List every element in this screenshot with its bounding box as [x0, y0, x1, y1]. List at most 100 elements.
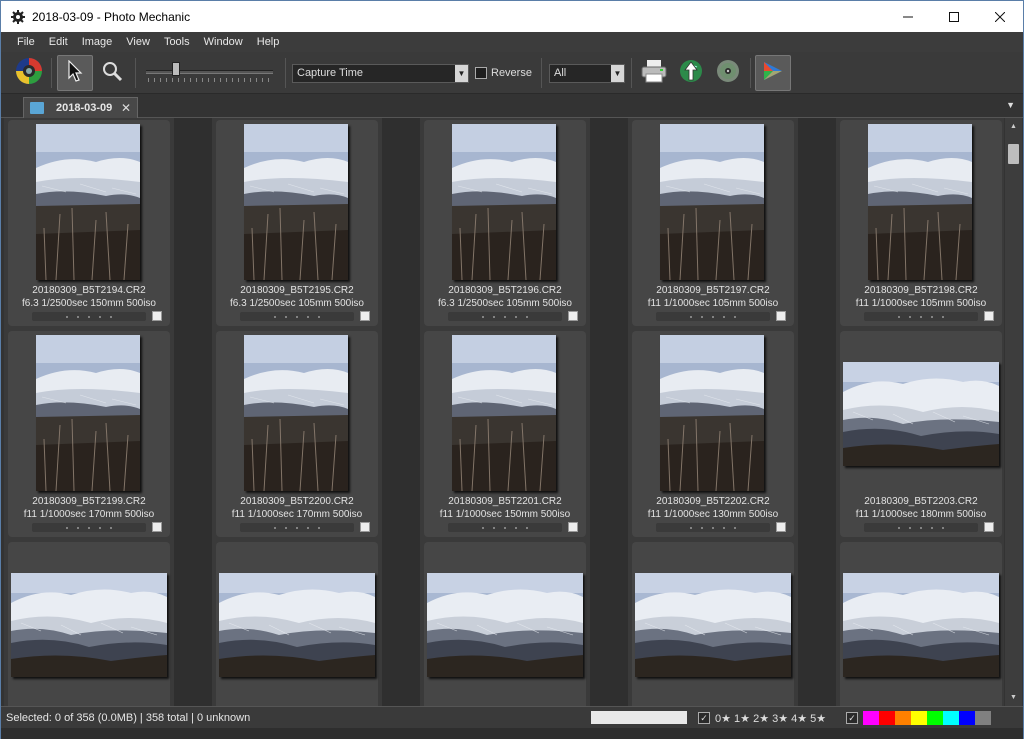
- menu-tools[interactable]: Tools: [157, 36, 197, 48]
- thumbnail-cell[interactable]: [424, 542, 586, 706]
- thumbnail-cell[interactable]: [216, 542, 378, 706]
- star-rating-dots[interactable]: [32, 312, 146, 321]
- thumbnail-filename: 20180309_B5T2200.CR2: [240, 496, 354, 507]
- tag-checkbox[interactable]: [984, 311, 994, 321]
- maximize-button[interactable]: [931, 1, 977, 32]
- star-rating-dots[interactable]: [448, 312, 562, 321]
- thumbnail-cell[interactable]: 20180309_B5T2199.CR2 f11 1/1000sec 170mm …: [8, 331, 170, 537]
- select-tool-button[interactable]: [57, 55, 93, 91]
- color-class-swatch[interactable]: [959, 711, 975, 725]
- color-class-swatch[interactable]: [863, 711, 879, 725]
- star-rating-dots[interactable]: [240, 312, 354, 321]
- thumbnail-filename: 20180309_B5T2197.CR2: [656, 285, 770, 296]
- reverse-checkbox[interactable]: [475, 67, 487, 79]
- star-rating-dots[interactable]: [864, 312, 978, 321]
- thumbnail-size-slider-track[interactable]: [146, 70, 273, 74]
- color-class-filter-checkbox[interactable]: ✓: [846, 712, 858, 724]
- thumbnail-image[interactable]: [660, 124, 764, 280]
- burn-disc-button[interactable]: [710, 55, 746, 91]
- print-button[interactable]: [636, 55, 672, 91]
- tag-checkbox[interactable]: [776, 311, 786, 321]
- vertical-scrollbar[interactable]: ▲ ▼: [1005, 118, 1022, 706]
- close-button[interactable]: [977, 1, 1023, 32]
- scroll-up-arrow-icon[interactable]: ▲: [1005, 118, 1022, 135]
- star-rating-dots[interactable]: [864, 523, 978, 532]
- menu-help[interactable]: Help: [250, 36, 287, 48]
- thumbnail-cell[interactable]: 20180309_B5T2195.CR2 f6.3 1/2500sec 105mm…: [216, 120, 378, 326]
- thumbnail-image[interactable]: [452, 335, 556, 491]
- tab-menu-chevron-icon[interactable]: ▼: [1006, 100, 1015, 110]
- close-icon[interactable]: ✕: [121, 101, 131, 115]
- color-class-swatch[interactable]: [975, 711, 991, 725]
- tag-checkbox[interactable]: [360, 311, 370, 321]
- thumbnail-cell[interactable]: 20180309_B5T2201.CR2 f11 1/1000sec 150mm …: [424, 331, 586, 537]
- bottom-edge: [1, 728, 1023, 739]
- thumbnail-cell[interactable]: [632, 542, 794, 706]
- thumbnail-cell[interactable]: [8, 542, 170, 706]
- contact-sheet-grid: 20180309_B5T2194.CR2 f6.3 1/2500sec 150mm…: [4, 118, 1004, 706]
- color-class-swatch[interactable]: [943, 711, 959, 725]
- star-filter-checkbox[interactable]: ✓: [698, 712, 710, 724]
- thumbnail-cell[interactable]: 20180309_B5T2203.CR2 f11 1/1000sec 180mm …: [840, 331, 1002, 537]
- thumbnail-image[interactable]: [843, 362, 999, 466]
- filter-dropdown[interactable]: All ▼: [549, 64, 625, 83]
- color-class-swatch[interactable]: [895, 711, 911, 725]
- tag-checkbox[interactable]: [568, 522, 578, 532]
- color-wheel-button[interactable]: [11, 55, 47, 91]
- color-class-swatch[interactable]: [879, 711, 895, 725]
- thumbnail-image[interactable]: [635, 573, 791, 677]
- color-class-swatch[interactable]: [911, 711, 927, 725]
- zoom-tool-button[interactable]: [94, 55, 130, 91]
- scroll-down-arrow-icon[interactable]: ▼: [1005, 689, 1022, 706]
- thumbnail-cell[interactable]: 20180309_B5T2194.CR2 f6.3 1/2500sec 150mm…: [8, 120, 170, 326]
- thumbnail-image[interactable]: [244, 124, 348, 280]
- thumbnail-cell[interactable]: 20180309_B5T2202.CR2 f11 1/1000sec 130mm …: [632, 331, 794, 537]
- status-search-field[interactable]: [591, 711, 687, 724]
- tag-checkbox[interactable]: [568, 311, 578, 321]
- thumbnail-image[interactable]: [244, 335, 348, 491]
- share-button[interactable]: [755, 55, 791, 91]
- thumbnail-image[interactable]: [11, 573, 167, 677]
- star-rating-dots[interactable]: [32, 523, 146, 532]
- color-class-swatch[interactable]: [927, 711, 943, 725]
- thumbnail-image[interactable]: [219, 573, 375, 677]
- menu-edit[interactable]: Edit: [42, 36, 75, 48]
- tab-2018-03-09[interactable]: 2018-03-09 ✕: [23, 97, 138, 118]
- menu-view[interactable]: View: [119, 36, 157, 48]
- thumbnail-image[interactable]: [36, 124, 140, 280]
- thumbnail-cell[interactable]: 20180309_B5T2196.CR2 f6.3 1/2500sec 105mm…: [424, 120, 586, 326]
- thumbnail-image[interactable]: [868, 124, 972, 280]
- thumbnail-exif: f6.3 1/2500sec 105mm 500iso: [438, 298, 572, 309]
- star-rating-dots[interactable]: [240, 523, 354, 532]
- scrollbar-thumb[interactable]: [1008, 144, 1019, 164]
- thumbnail-image[interactable]: [36, 335, 140, 491]
- menu-window[interactable]: Window: [197, 36, 250, 48]
- share-icon: [761, 59, 785, 88]
- tag-checkbox[interactable]: [152, 522, 162, 532]
- thumbnail-cell[interactable]: 20180309_B5T2200.CR2 f11 1/1000sec 170mm …: [216, 331, 378, 537]
- thumbnail-image[interactable]: [660, 335, 764, 491]
- thumbnail-cell[interactable]: 20180309_B5T2198.CR2 f11 1/1000sec 105mm …: [840, 120, 1002, 326]
- thumbnail-image[interactable]: [843, 573, 999, 677]
- minimize-button[interactable]: [885, 1, 931, 32]
- menu-file[interactable]: File: [1, 36, 42, 48]
- tag-checkbox[interactable]: [776, 522, 786, 532]
- upload-button[interactable]: [673, 55, 709, 91]
- thumbnail-cell[interactable]: 20180309_B5T2197.CR2 f11 1/1000sec 105mm …: [632, 120, 794, 326]
- star-rating-dots[interactable]: [656, 312, 770, 321]
- thumbnail-filename: 20180309_B5T2196.CR2: [448, 285, 562, 296]
- tag-checkbox[interactable]: [152, 311, 162, 321]
- star-rating-dots[interactable]: [656, 523, 770, 532]
- thumbnail-image[interactable]: [427, 573, 583, 677]
- sort-dropdown[interactable]: Capture Time ▼: [292, 64, 469, 83]
- menu-image[interactable]: Image: [75, 36, 120, 48]
- slider-ticks: [148, 78, 272, 82]
- star-rating-filter[interactable]: 0★ 1★ 2★ 3★ 4★ 5★: [715, 712, 826, 725]
- thumbnail-cell[interactable]: [840, 542, 1002, 706]
- tag-checkbox[interactable]: [984, 522, 994, 532]
- star-rating-dots[interactable]: [448, 523, 562, 532]
- thumbnail-image[interactable]: [452, 124, 556, 280]
- tag-checkbox[interactable]: [360, 522, 370, 532]
- thumbnail-size-slider-thumb[interactable]: [172, 62, 180, 76]
- tab-label: 2018-03-09: [56, 102, 113, 114]
